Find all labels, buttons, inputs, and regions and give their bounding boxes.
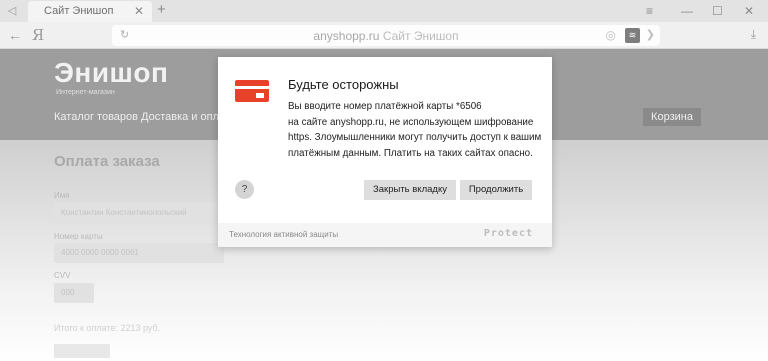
address-bar: ← Я ↻ anyshopp.ru Сайт Энишоп ◎ ≋ ❯ ⤓ [0, 22, 768, 49]
wifi-icon[interactable]: ≋ [625, 28, 640, 43]
minimize-icon[interactable]: — [681, 4, 693, 18]
bookmark-icon[interactable]: ❯ [646, 28, 655, 41]
url-text: anyshopp.ru Сайт Энишоп [112, 29, 660, 43]
menu-icon[interactable]: ≡ [646, 4, 653, 18]
maximize-icon[interactable]: ☐ [712, 4, 723, 18]
tab-title: Сайт Энишоп [44, 5, 114, 17]
new-tab-button[interactable]: + [157, 2, 166, 18]
back-arrow-icon[interactable]: ← [8, 27, 22, 43]
card-number-field[interactable]: 4000 0000 0000 0061 [54, 243, 224, 263]
dialog-message-line: на сайте anyshopp.ru, не использующем ши… [288, 116, 534, 128]
dialog-message-line: https. Злоумышленники могут получить дос… [288, 132, 542, 143]
credit-card-icon [235, 80, 269, 102]
order-total: Итого к оплате: 2213 руб. [54, 323, 161, 333]
pay-button[interactable] [54, 344, 110, 358]
payment-warning-dialog: Будьте осторожны Вы вводите номер платёж… [218, 57, 552, 247]
dialog-footer: Технология активной защиты Protect [218, 223, 552, 247]
dialog-message-line: платёжным данным. Платить на таких сайта… [288, 147, 533, 159]
tab-active[interactable]: Сайт Энишоп ✕ [28, 1, 152, 22]
cvv-field[interactable]: 000 [54, 283, 94, 303]
card-number-label: Номер карты [54, 232, 103, 241]
nav-catalog[interactable]: Каталог товаров [54, 111, 138, 123]
cvv-label: CVV [54, 271, 71, 280]
dialog-message-line: Вы вводите номер платёжной карты *6506 [288, 101, 482, 112]
close-tab-button[interactable]: Закрыть вкладку [364, 180, 456, 200]
tab-history-icon[interactable]: ◁ [6, 5, 18, 17]
dialog-title: Будьте осторожны [288, 77, 399, 92]
footer-text[interactable]: Технология активной защиты [229, 230, 338, 239]
close-window-icon[interactable]: ✕ [744, 4, 754, 18]
url-page-title: Сайт Энишоп [382, 29, 459, 43]
continue-button[interactable]: Продолжить [460, 180, 532, 200]
site-logo[interactable]: Энишоп [54, 57, 168, 89]
tab-close-icon[interactable]: ✕ [134, 4, 144, 18]
globe-icon[interactable]: ◎ [606, 28, 616, 42]
browser-logo[interactable]: Я [32, 26, 44, 44]
help-button[interactable]: ? [235, 180, 254, 199]
name-field[interactable]: Константин Константинопольский [54, 203, 224, 223]
protect-logo: Protect [483, 228, 533, 239]
site-tagline: Интернет-магазин [56, 89, 115, 96]
url-host: anyshopp.ru [313, 29, 380, 43]
download-icon[interactable]: ⤓ [751, 27, 756, 42]
tab-bar: ◁ Сайт Энишоп ✕ + ≡ — ☐ ✕ [0, 0, 768, 22]
cart-button[interactable]: Корзина [643, 108, 701, 126]
dialog-message: Вы вводите номер платёжной карты *6506 н… [288, 99, 541, 161]
form-title: Оплата заказа [54, 153, 160, 170]
url-field[interactable]: ↻ anyshopp.ru Сайт Энишоп ◎ ≋ ❯ [112, 25, 660, 46]
name-label: Имя [54, 191, 70, 200]
